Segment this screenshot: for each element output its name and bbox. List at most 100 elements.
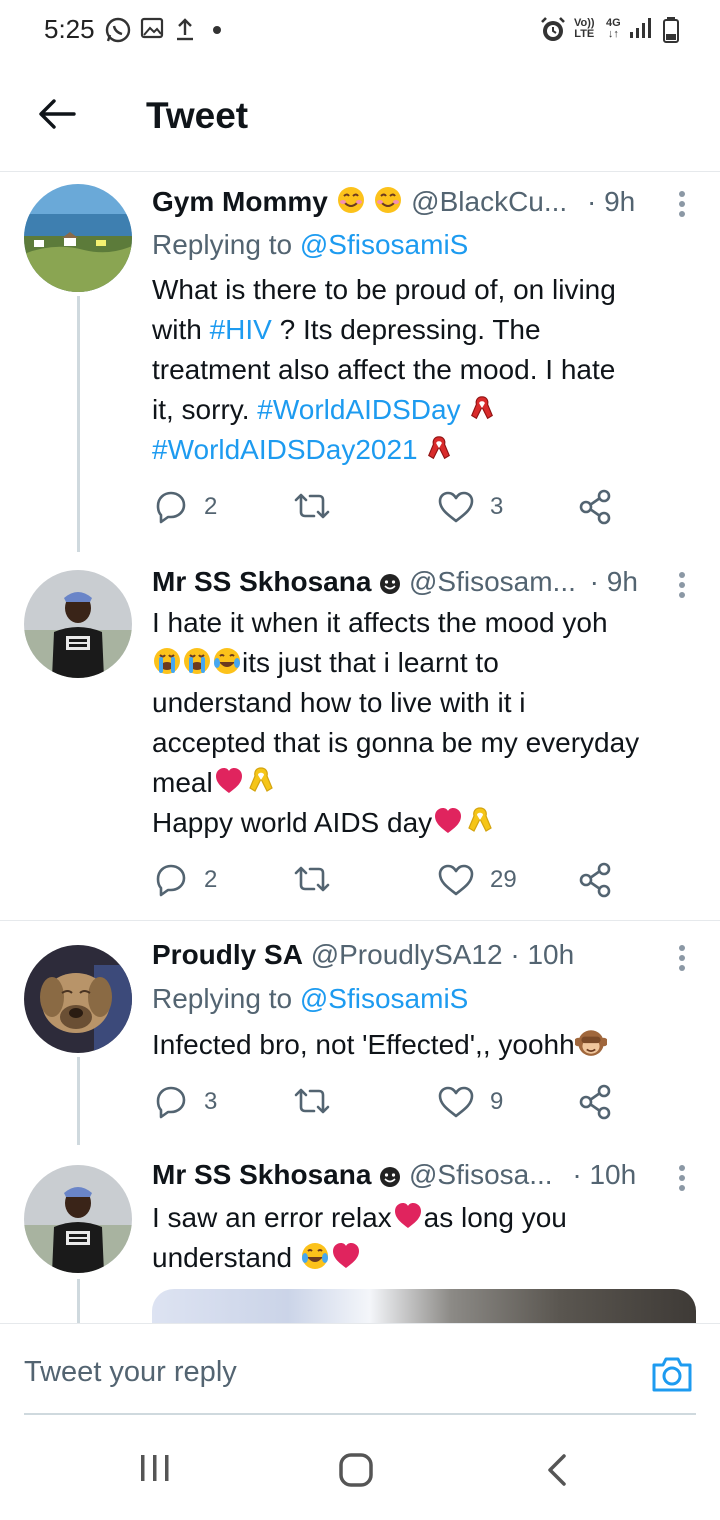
tweet-text-line: understand [152,1238,692,1278]
retweet-button[interactable] [292,1082,332,1122]
tweet-gym-mommy[interactable]: Gym Mommy @BlackCu... · 9h Replying to @… [0,172,720,552]
like-count: 9 [490,1088,504,1115]
volte-label: Vo)) LTE [574,17,595,40]
reply-composer: Tweet your reply [0,1323,720,1415]
tears-of-joy-icon [213,647,241,675]
heart-icon [438,864,474,896]
author-name[interactable]: Proudly SA [152,939,303,970]
tweet-text-line: meal [152,763,692,803]
reply-button[interactable]: 3 [152,1082,217,1122]
share-icon [579,1084,611,1120]
whatsapp-icon [105,17,131,43]
tweet-text-line: understand how to live with it i [152,687,526,718]
reply-button[interactable]: 2 [152,487,217,527]
reply-count: 2 [204,866,218,893]
hashtag[interactable]: #WorldAIDSDay2021 [152,434,418,465]
alarm-icon [541,17,565,41]
gallery-icon [140,17,164,39]
home-icon[interactable] [338,1452,374,1488]
separator-dot: · [510,939,520,970]
tweet-text: Infected bro, not 'Effected',, yoohh [152,1025,692,1065]
retweet-button[interactable] [292,860,332,900]
sob-face-icon [183,647,211,675]
red-heart-icon [332,1243,359,1268]
separator-dot: · [586,186,597,217]
status-bar: 5:25 Vo)) LTE 4G ↓↑ [0,0,720,62]
tweet-time[interactable]: 10h [527,939,574,970]
author-name[interactable]: Mr SS Skhosana [152,1159,371,1190]
tweet-text: What is there to be proud of, on living … [152,270,692,470]
tweet-header: Gym Mommy @BlackCu... · 9h [152,185,680,221]
back-icon[interactable] [544,1452,570,1488]
hashtag[interactable]: #WorldAIDSDay [257,394,460,425]
red-heart-icon [394,1203,421,1228]
tweet-proudly-sa[interactable]: Proudly SA @ProudlySA12 · 10h Replying t… [0,921,720,1145]
signal-icon [630,18,651,38]
camera-icon[interactable] [650,1354,694,1394]
more-options-icon[interactable] [678,187,686,223]
retweet-icon [294,493,330,519]
tweet-time[interactable]: 10h [589,1159,636,1190]
tweet-text: I saw an error relax as long you understa… [152,1198,692,1278]
author-handle[interactable]: @BlackCu... [411,186,567,217]
recent-apps-icon[interactable] [138,1452,172,1484]
reply-count: 3 [204,1088,218,1115]
author-name[interactable]: Mr SS Skhosana [152,566,371,597]
avatar[interactable] [24,184,132,292]
tweet-text: I hate it when it affects the mood yoh i… [152,603,692,843]
more-options-icon[interactable] [678,568,686,604]
author-name[interactable]: Gym Mommy [152,186,328,217]
like-button[interactable]: 3 [436,487,503,527]
share-button[interactable] [576,1082,614,1122]
heart-icon [438,491,474,523]
arrow-left-icon[interactable] [36,92,80,136]
author-handle[interactable]: @ProudlySA12 [311,939,503,970]
more-options-icon[interactable] [678,941,686,977]
replying-mention[interactable]: @SfisosamiS [300,983,468,1014]
tweet-text-line: it, sorry. #WorldAIDSDay [152,390,692,430]
top-app-bar: Tweet [0,62,720,172]
yellow-ribbon-icon [468,807,492,832]
tweet-mr-ss-skhosana[interactable]: Mr SS Skhosana @Sfisosam... · 9h I hate … [0,552,720,920]
more-options-icon[interactable] [678,1161,686,1197]
hashtag[interactable]: #HIV [210,314,272,345]
avatar[interactable] [24,945,132,1053]
retweet-button[interactable] [292,487,332,527]
tweet-actions: 2 3 [152,487,622,527]
like-button[interactable]: 29 [436,860,517,900]
tweet-text-line: #WorldAIDSDay2021 [152,430,692,470]
replying-mention[interactable]: @SfisosamiS [300,229,468,260]
replying-to: Replying to @SfisosamiS [152,983,468,1015]
tweet-time[interactable]: 9h [604,186,635,217]
reply-icon [156,864,186,897]
tweet-time[interactable]: 9h [607,566,638,597]
red-heart-icon [215,768,242,793]
like-button[interactable]: 9 [436,1082,503,1122]
avatar[interactable] [24,570,132,678]
thread-line [77,1279,80,1323]
tweet-actions: 2 29 [152,860,622,900]
tweet-text-line: I hate it when it affects the mood yoh [152,607,608,638]
tweet-text-line: Happy world AIDS day [152,803,692,843]
tweet-actions: 3 9 [152,1082,622,1122]
separator-dot: · [572,1159,582,1190]
share-icon [579,489,611,525]
avatar[interactable] [24,1165,132,1273]
reply-input[interactable]: Tweet your reply [24,1356,237,1389]
author-handle[interactable]: @Sfisosa... [409,1159,553,1190]
tweet-text-line: I saw an error relax as long you [152,1202,567,1233]
share-button[interactable] [576,860,614,900]
status-time: 5:25 [44,14,95,44]
see-no-evil-monkey-icon [574,1029,607,1057]
upload-icon [177,18,193,41]
tweet-text-line: accepted that is gonna be my everyday [152,727,640,758]
tears-of-joy-icon [300,1242,329,1270]
reply-button[interactable]: 2 [152,860,217,900]
tweet-text-line: What is there to be proud of, on living [152,274,616,305]
sob-face-icon [153,647,181,675]
dark-face-icon [380,1167,401,1187]
separator-dot: · [589,566,599,597]
smiling-face-icon [336,186,365,214]
share-button[interactable] [576,487,614,527]
author-handle[interactable]: @Sfisosam... [409,566,576,597]
